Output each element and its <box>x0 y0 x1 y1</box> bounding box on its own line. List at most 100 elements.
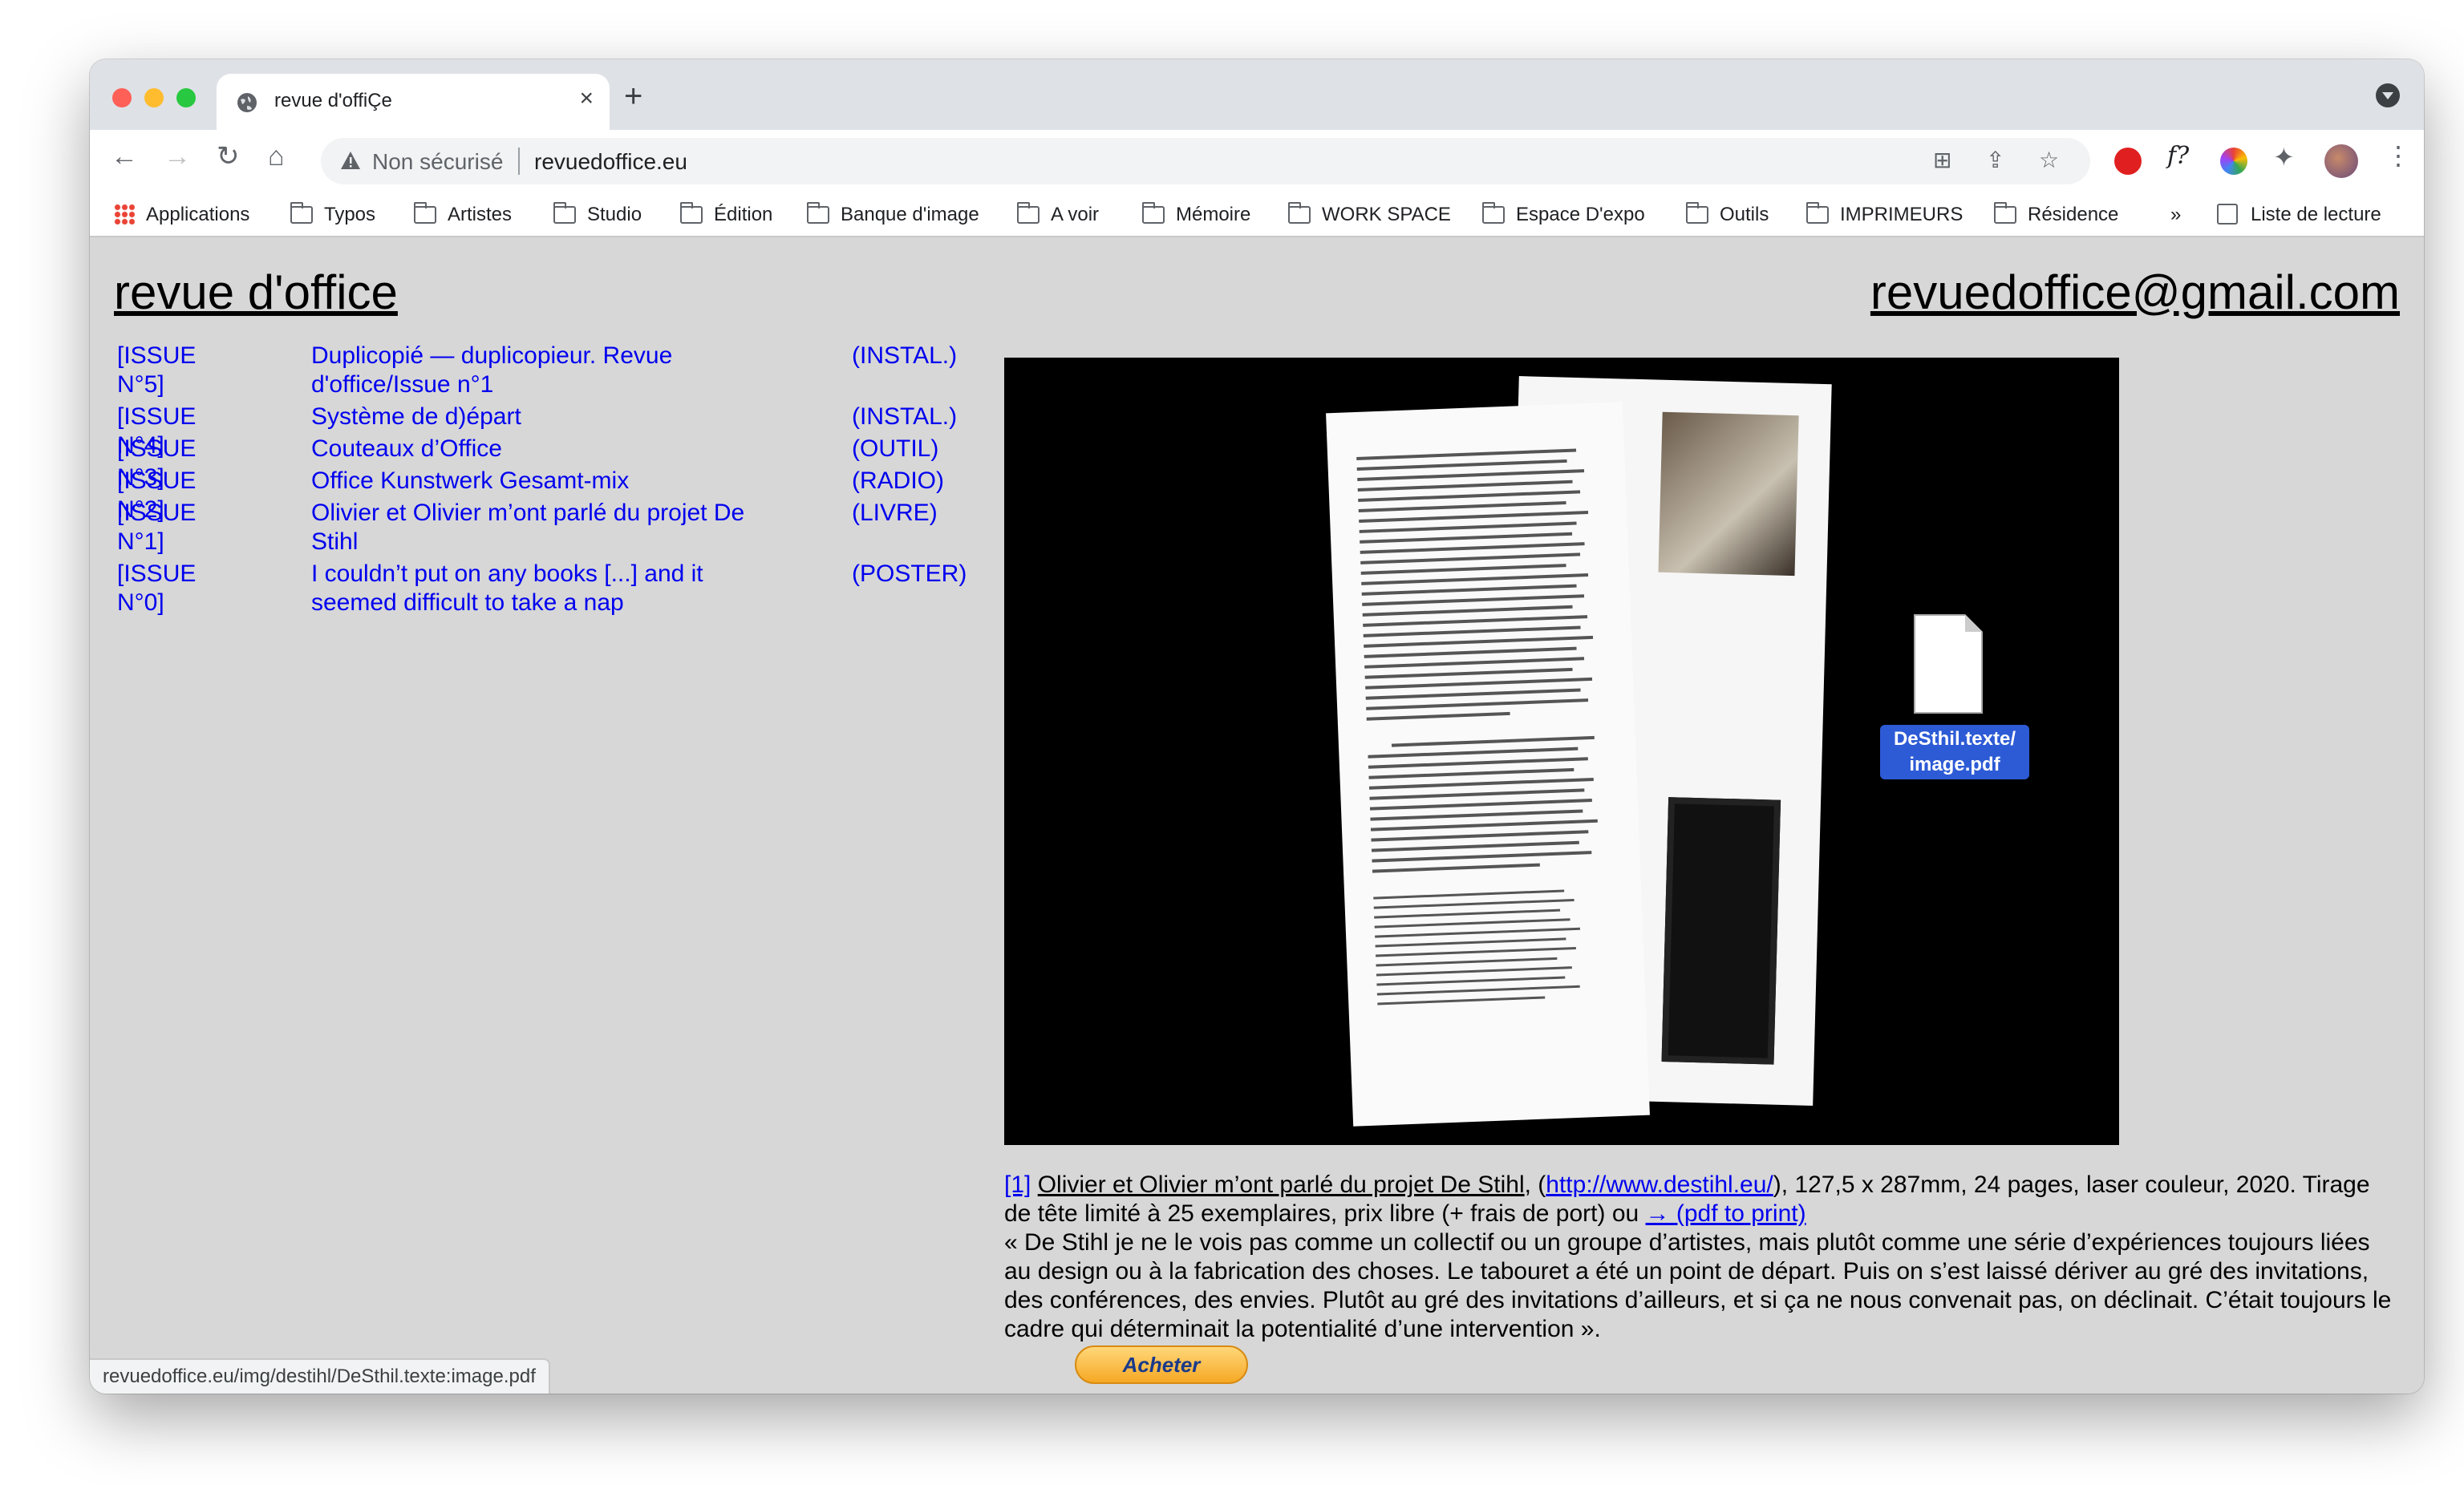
bookmark-label: Liste de lecture <box>2251 204 2381 225</box>
pdf-file-label[interactable]: DeSthil.texte/ image.pdf <box>1880 725 2029 779</box>
address-bar[interactable]: Non sécurisé revuedoffice.eu ⊞ ⇪ ☆ <box>321 138 2090 184</box>
profile-avatar[interactable] <box>2324 144 2358 178</box>
home-button[interactable]: ⌂ <box>268 143 285 170</box>
translate-icon[interactable]: ⊞ <box>1933 149 1951 172</box>
color-picker-extension-icon[interactable] <box>2220 148 2247 175</box>
bookmark-label: IMPRIMEURS <box>1840 204 1964 225</box>
bookmark-label: Applications <box>146 204 250 225</box>
tab-strip: revue d'offiÇe × + <box>90 59 2424 130</box>
minimize-window-button[interactable] <box>144 88 164 107</box>
publication-image[interactable]: DeSthil.texte/ image.pdf <box>1004 358 2119 1145</box>
destihl-link[interactable]: http://www.destihl.eu/ <box>1546 1171 1773 1198</box>
bookmark-folder[interactable]: Résidence <box>1994 202 2119 226</box>
bookmark-label: Banque d'image <box>841 204 979 225</box>
bookmark-folder[interactable]: A voir <box>1017 202 1100 226</box>
close-window-button[interactable] <box>112 88 132 107</box>
folder-icon <box>414 202 436 224</box>
bookmark-folder[interactable]: Mémoire <box>1142 202 1250 226</box>
bookmarks-overflow-button[interactable]: » <box>2170 204 2181 226</box>
issue-type[interactable]: (INSTAL.) <box>852 342 957 370</box>
bookmark-folder[interactable]: Espace D'expo <box>1482 202 1645 226</box>
bookmark-folder[interactable]: Studio <box>553 202 642 226</box>
file-label-line: image.pdf <box>1909 754 2000 775</box>
forward-button[interactable]: → <box>164 143 191 170</box>
folder-icon <box>1994 202 2016 224</box>
issue-type[interactable]: (RADIO) <box>852 467 944 496</box>
bookmark-label: Artistes <box>448 204 513 225</box>
bookmark-apps[interactable]: Applications <box>114 204 249 226</box>
extensions-puzzle-icon[interactable]: ✦ <box>2273 144 2295 170</box>
bookmark-folder[interactable]: Banque d'image <box>807 202 979 226</box>
bookmark-folder[interactable]: Typos <box>290 202 375 226</box>
pdf-file-icon[interactable] <box>1914 614 1983 714</box>
new-tab-button[interactable]: + <box>624 80 642 112</box>
zoom-window-button[interactable] <box>176 88 196 107</box>
status-bar-url: revuedoffice.eu/img/destihl/DeSthil.text… <box>90 1358 550 1394</box>
issue-number[interactable]: [ISSUE N°1] <box>117 499 196 556</box>
issue-type[interactable]: (POSTER) <box>852 560 967 589</box>
security-label[interactable]: Non sécurisé <box>372 149 503 175</box>
toolbar: ← → ↻ ⌂ Non sécurisé revuedoffice.eu ⊞ ⇪… <box>90 130 2424 194</box>
reading-list-button[interactable]: Liste de lecture <box>2217 204 2381 226</box>
folder-icon <box>1806 202 1829 224</box>
bookmark-label: Studio <box>587 204 642 225</box>
bookmark-label: A voir <box>1051 204 1100 225</box>
issue-title[interactable]: I couldn’t put on any books [...] and it… <box>311 560 760 617</box>
site-title-link[interactable]: revue d'office <box>114 265 398 320</box>
bookmark-label: Résidence <box>2028 204 2119 225</box>
tab-title: revue d'offiÇe <box>274 90 392 111</box>
email-link[interactable]: revuedoffice@gmail.com <box>1870 265 2400 320</box>
issue-title[interactable]: Système de d)épart <box>311 403 760 431</box>
folder-icon <box>1482 202 1505 224</box>
issue-title[interactable]: Couteaux d’Office <box>311 435 760 463</box>
folder-icon <box>680 202 703 224</box>
issue-title[interactable]: Olivier et Olivier m’ont parlé du projet… <box>311 499 760 556</box>
apps-grid-icon <box>114 204 135 225</box>
publication-title: Olivier et Olivier m’ont parlé du projet… <box>1037 1171 1525 1198</box>
folder-icon <box>1686 202 1708 224</box>
font-extension-icon[interactable]: f? <box>2167 144 2189 168</box>
bookmark-label: Édition <box>714 204 773 225</box>
issue-type[interactable]: (OUTIL) <box>852 435 938 463</box>
bookmark-folder[interactable]: WORK SPACE <box>1288 202 1451 226</box>
buy-button[interactable]: Acheter <box>1075 1345 1248 1384</box>
tab-search-button[interactable] <box>2376 83 2400 107</box>
issue-number[interactable]: [ISSUE N°0] <box>117 560 196 617</box>
pdf-to-print-link[interactable]: → (pdf to print) <box>1646 1200 1806 1227</box>
issue-type[interactable]: (INSTAL.) <box>852 403 957 431</box>
bookmark-label: WORK SPACE <box>1322 204 1451 225</box>
bookmark-folder[interactable]: IMPRIMEURS <box>1806 202 1964 226</box>
share-icon[interactable]: ⇪ <box>1986 149 2004 172</box>
menu-dots-icon[interactable]: ⋮ <box>2385 143 2411 168</box>
adblock-extension-icon[interactable] <box>2114 148 2142 175</box>
reading-list-icon <box>2217 204 2238 225</box>
caption-text: , ( <box>1524 1171 1546 1198</box>
folder-icon <box>1142 202 1165 224</box>
issue-title[interactable]: Office Kunstwerk Gesamt-mix <box>311 467 760 496</box>
reload-button[interactable]: ↻ <box>217 143 240 170</box>
publication-caption: [1] Olivier et Olivier m’ont parlé du pr… <box>1004 1171 2400 1344</box>
footnote-ref-link[interactable]: [1] <box>1004 1171 1031 1198</box>
front-page-text <box>1326 402 1650 1127</box>
stool-photo <box>1661 797 1781 1065</box>
issue-title[interactable]: Duplicopié — duplicopieur. Revue d'offic… <box>311 342 760 399</box>
caption-quote: « De Stihl je ne le vois pas comme un co… <box>1004 1229 2392 1342</box>
bookmark-star-icon[interactable]: ☆ <box>2039 149 2059 172</box>
close-tab-icon[interactable]: × <box>579 87 594 111</box>
issue-number[interactable]: [ISSUE N°5] <box>117 342 196 399</box>
page-content: revue d'office revuedoffice@gmail.com [I… <box>90 237 2424 1394</box>
folder-icon <box>1017 202 1040 224</box>
issue-type[interactable]: (LIVRE) <box>852 499 938 528</box>
bookmark-folder[interactable]: Artistes <box>414 202 513 226</box>
folder-icon <box>290 202 313 224</box>
bookmark-folder[interactable]: Édition <box>680 202 773 226</box>
back-button[interactable]: ← <box>111 143 138 170</box>
url-text[interactable]: revuedoffice.eu <box>534 149 687 175</box>
browser-window: revue d'offiÇe × + ← → ↻ ⌂ Non sécurisé … <box>90 59 2424 1394</box>
browser-tab[interactable]: revue d'offiÇe × <box>217 74 610 130</box>
bookmark-folder[interactable]: Outils <box>1686 202 1769 226</box>
chair-photo <box>1658 411 1799 577</box>
file-label-line: DeSthil.texte/ <box>1893 728 2016 750</box>
folder-icon <box>807 202 829 224</box>
folder-icon <box>553 202 576 224</box>
